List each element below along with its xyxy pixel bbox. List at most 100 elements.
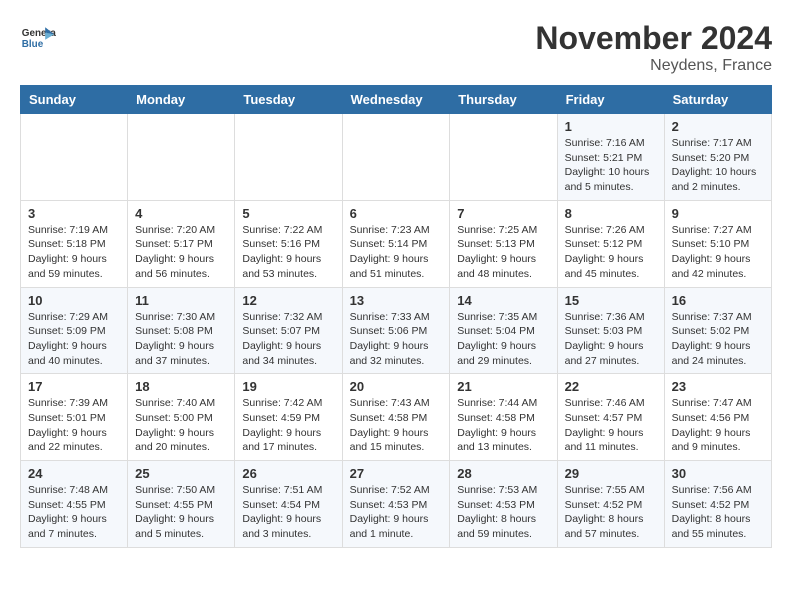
day-info: Sunrise: 7:48 AM Sunset: 4:55 PM Dayligh…: [28, 483, 120, 542]
calendar-cell: 21 Sunrise: 7:44 AM Sunset: 4:58 PM Dayli…: [450, 374, 557, 461]
day-header-tuesday: Tuesday: [235, 86, 342, 114]
day-info: Sunrise: 7:55 AM Sunset: 4:52 PM Dayligh…: [565, 483, 657, 542]
day-info: Sunrise: 7:35 AM Sunset: 5:04 PM Dayligh…: [457, 310, 549, 369]
day-info: Sunrise: 7:20 AM Sunset: 5:17 PM Dayligh…: [135, 223, 227, 282]
calendar-cell: 1 Sunrise: 7:16 AM Sunset: 5:21 PM Daylig…: [557, 114, 664, 201]
calendar-cell: 26Sunrise: 7:51 AM Sunset: 4:54 PM Dayli…: [235, 461, 342, 548]
day-number: 6: [350, 206, 443, 221]
day-number: 10: [28, 293, 120, 308]
day-number: 13: [350, 293, 443, 308]
day-number: 8: [565, 206, 657, 221]
title-block: November 2024 Neydens, France: [535, 20, 772, 75]
day-number: 21: [457, 379, 549, 394]
day-number: 22: [565, 379, 657, 394]
day-info: Sunrise: 7:16 AM Sunset: 5:21 PM Dayligh…: [565, 136, 657, 195]
calendar-cell: 16Sunrise: 7:37 AM Sunset: 5:02 PM Dayli…: [664, 287, 771, 374]
day-number: 3: [28, 206, 120, 221]
day-header-thursday: Thursday: [450, 86, 557, 114]
day-number: 24: [28, 466, 120, 481]
day-number: 11: [135, 293, 227, 308]
week-row-1: 1 Sunrise: 7:16 AM Sunset: 5:21 PM Daylig…: [21, 114, 772, 201]
day-number: 18: [135, 379, 227, 394]
day-info: Sunrise: 7:23 AM Sunset: 5:14 PM Dayligh…: [350, 223, 443, 282]
day-number: 7: [457, 206, 549, 221]
calendar-cell: [342, 114, 450, 201]
day-number: 26: [242, 466, 334, 481]
calendar-cell: 2 Sunrise: 7:17 AM Sunset: 5:20 PM Daylig…: [664, 114, 771, 201]
month-title: November 2024: [535, 20, 772, 57]
day-info: Sunrise: 7:25 AM Sunset: 5:13 PM Dayligh…: [457, 223, 549, 282]
day-number: 2: [672, 119, 764, 134]
day-info: Sunrise: 7:30 AM Sunset: 5:08 PM Dayligh…: [135, 310, 227, 369]
day-number: 17: [28, 379, 120, 394]
day-info: Sunrise: 7:46 AM Sunset: 4:57 PM Dayligh…: [565, 396, 657, 455]
day-info: Sunrise: 7:47 AM Sunset: 4:56 PM Dayligh…: [672, 396, 764, 455]
day-number: 1: [565, 119, 657, 134]
day-info: Sunrise: 7:33 AM Sunset: 5:06 PM Dayligh…: [350, 310, 443, 369]
day-number: 28: [457, 466, 549, 481]
calendar-header: SundayMondayTuesdayWednesdayThursdayFrid…: [21, 86, 772, 114]
day-number: 25: [135, 466, 227, 481]
day-header-sunday: Sunday: [21, 86, 128, 114]
page-header: General Blue November 2024 Neydens, Fran…: [20, 20, 772, 75]
calendar-cell: 20Sunrise: 7:43 AM Sunset: 4:58 PM Dayli…: [342, 374, 450, 461]
calendar-cell: 28 Sunrise: 7:53 AM Sunset: 4:53 PM Dayli…: [450, 461, 557, 548]
week-row-2: 3 Sunrise: 7:19 AM Sunset: 5:18 PM Daylig…: [21, 200, 772, 287]
calendar-cell: 24 Sunrise: 7:48 AM Sunset: 4:55 PM Dayli…: [21, 461, 128, 548]
calendar-cell: 15 Sunrise: 7:36 AM Sunset: 5:03 PM Dayli…: [557, 287, 664, 374]
calendar-cell: 18Sunrise: 7:40 AM Sunset: 5:00 PM Dayli…: [128, 374, 235, 461]
calendar-cell: [450, 114, 557, 201]
calendar-cell: 11 Sunrise: 7:30 AM Sunset: 5:08 PM Dayli…: [128, 287, 235, 374]
calendar-cell: 10 Sunrise: 7:29 AM Sunset: 5:09 PM Dayli…: [21, 287, 128, 374]
day-number: 19: [242, 379, 334, 394]
calendar-cell: 5 Sunrise: 7:22 AM Sunset: 5:16 PM Daylig…: [235, 200, 342, 287]
day-number: 30: [672, 466, 764, 481]
logo-icon: General Blue: [20, 20, 56, 56]
calendar-cell: 7 Sunrise: 7:25 AM Sunset: 5:13 PM Daylig…: [450, 200, 557, 287]
calendar-cell: 25 Sunrise: 7:50 AM Sunset: 4:55 PM Dayli…: [128, 461, 235, 548]
day-info: Sunrise: 7:52 AM Sunset: 4:53 PM Dayligh…: [350, 483, 443, 542]
day-info: Sunrise: 7:56 AM Sunset: 4:52 PM Dayligh…: [672, 483, 764, 542]
day-header-wednesday: Wednesday: [342, 86, 450, 114]
day-info: Sunrise: 7:32 AM Sunset: 5:07 PM Dayligh…: [242, 310, 334, 369]
calendar-cell: 6 Sunrise: 7:23 AM Sunset: 5:14 PM Daylig…: [342, 200, 450, 287]
week-row-3: 10 Sunrise: 7:29 AM Sunset: 5:09 PM Dayli…: [21, 287, 772, 374]
calendar-cell: 3 Sunrise: 7:19 AM Sunset: 5:18 PM Daylig…: [21, 200, 128, 287]
day-number: 16: [672, 293, 764, 308]
calendar-cell: 13 Sunrise: 7:33 AM Sunset: 5:06 PM Dayli…: [342, 287, 450, 374]
day-info: Sunrise: 7:22 AM Sunset: 5:16 PM Dayligh…: [242, 223, 334, 282]
calendar-cell: 9Sunrise: 7:27 AM Sunset: 5:10 PM Daylig…: [664, 200, 771, 287]
day-info: Sunrise: 7:50 AM Sunset: 4:55 PM Dayligh…: [135, 483, 227, 542]
header-row: SundayMondayTuesdayWednesdayThursdayFrid…: [21, 86, 772, 114]
day-number: 23: [672, 379, 764, 394]
day-info: Sunrise: 7:44 AM Sunset: 4:58 PM Dayligh…: [457, 396, 549, 455]
calendar-cell: 4Sunrise: 7:20 AM Sunset: 5:17 PM Daylig…: [128, 200, 235, 287]
day-info: Sunrise: 7:29 AM Sunset: 5:09 PM Dayligh…: [28, 310, 120, 369]
day-info: Sunrise: 7:53 AM Sunset: 4:53 PM Dayligh…: [457, 483, 549, 542]
week-row-5: 24 Sunrise: 7:48 AM Sunset: 4:55 PM Dayli…: [21, 461, 772, 548]
day-number: 12: [242, 293, 334, 308]
day-info: Sunrise: 7:19 AM Sunset: 5:18 PM Dayligh…: [28, 223, 120, 282]
day-header-monday: Monday: [128, 86, 235, 114]
calendar-cell: 30 Sunrise: 7:56 AM Sunset: 4:52 PM Dayli…: [664, 461, 771, 548]
calendar-cell: 12 Sunrise: 7:32 AM Sunset: 5:07 PM Dayli…: [235, 287, 342, 374]
day-info: Sunrise: 7:36 AM Sunset: 5:03 PM Dayligh…: [565, 310, 657, 369]
calendar-cell: 27Sunrise: 7:52 AM Sunset: 4:53 PM Dayli…: [342, 461, 450, 548]
calendar-cell: [21, 114, 128, 201]
calendar-cell: [235, 114, 342, 201]
day-info: Sunrise: 7:26 AM Sunset: 5:12 PM Dayligh…: [565, 223, 657, 282]
day-number: 15: [565, 293, 657, 308]
svg-text:Blue: Blue: [22, 39, 44, 50]
day-info: Sunrise: 7:27 AM Sunset: 5:10 PM Dayligh…: [672, 223, 764, 282]
logo: General Blue: [20, 20, 56, 56]
calendar-body: 1 Sunrise: 7:16 AM Sunset: 5:21 PM Daylig…: [21, 114, 772, 548]
day-number: 5: [242, 206, 334, 221]
day-number: 29: [565, 466, 657, 481]
day-info: Sunrise: 7:42 AM Sunset: 4:59 PM Dayligh…: [242, 396, 334, 455]
day-info: Sunrise: 7:39 AM Sunset: 5:01 PM Dayligh…: [28, 396, 120, 455]
day-header-saturday: Saturday: [664, 86, 771, 114]
calendar-cell: 29 Sunrise: 7:55 AM Sunset: 4:52 PM Dayli…: [557, 461, 664, 548]
day-info: Sunrise: 7:17 AM Sunset: 5:20 PM Dayligh…: [672, 136, 764, 195]
calendar-cell: 23 Sunrise: 7:47 AM Sunset: 4:56 PM Dayli…: [664, 374, 771, 461]
day-number: 20: [350, 379, 443, 394]
